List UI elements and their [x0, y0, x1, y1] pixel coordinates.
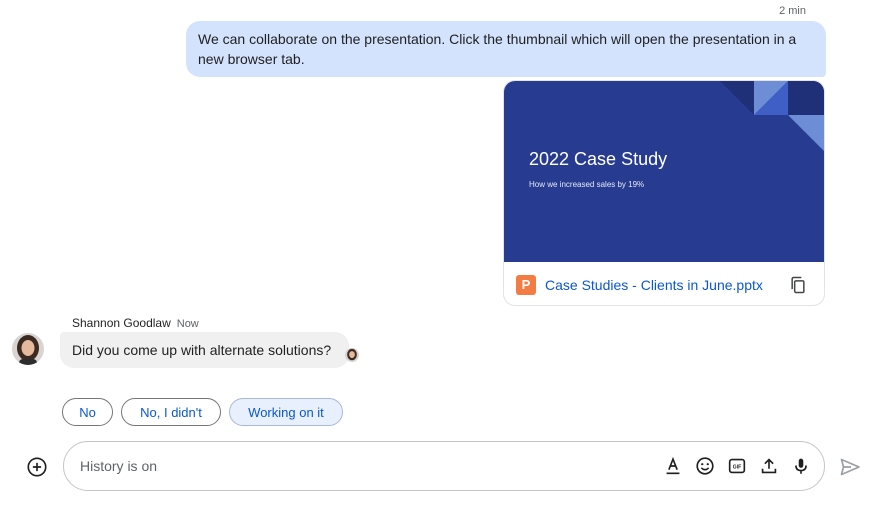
copy-icon[interactable]	[788, 275, 808, 295]
message-input[interactable]	[80, 454, 640, 478]
smart-reply-no[interactable]: No	[62, 398, 113, 426]
incoming-message-bubble: Did you come up with alternate solutions…	[60, 332, 349, 368]
gif-icon[interactable]: GIF	[726, 455, 748, 477]
add-circle-icon[interactable]	[26, 456, 48, 478]
attachment-file-row[interactable]: P Case Studies - Clients in June.pptx	[504, 262, 824, 305]
sender-name: Shannon Goodlaw	[72, 316, 171, 330]
svg-text:GIF: GIF	[733, 464, 741, 470]
message-composer: GIF	[63, 441, 825, 491]
incoming-message-text: Did you come up with alternate solutions…	[72, 342, 332, 358]
powerpoint-icon: P	[516, 274, 536, 295]
microphone-icon[interactable]	[790, 455, 812, 477]
presentation-thumbnail[interactable]: 2022 Case Study How we increased sales b…	[504, 81, 824, 262]
attachment-file-name[interactable]: Case Studies - Clients in June.pptx	[545, 277, 763, 293]
smart-reply-working-on-it[interactable]: Working on it	[229, 398, 343, 426]
upload-icon[interactable]	[758, 455, 780, 477]
slide-decoration-shapes	[720, 81, 824, 151]
presentation-attachment-card[interactable]: 2022 Case Study How we increased sales b…	[503, 80, 825, 306]
emoji-icon[interactable]	[694, 455, 716, 477]
send-icon[interactable]	[838, 455, 862, 479]
outgoing-message-bubble: We can collaborate on the presentation. …	[186, 21, 826, 77]
slide-subtitle: How we increased sales by 19%	[529, 180, 645, 189]
sender-header: Shannon Goodlaw Now	[72, 316, 199, 330]
outgoing-message-text: We can collaborate on the presentation. …	[198, 31, 797, 67]
message-timestamp: 2 min	[779, 5, 806, 17]
sender-avatar[interactable]	[12, 333, 44, 365]
format-text-icon[interactable]	[662, 455, 684, 477]
slide-title: 2022 Case Study	[529, 149, 668, 169]
smart-reply-no-i-didnt[interactable]: No, I didn't	[121, 398, 221, 426]
message-time: Now	[176, 318, 199, 330]
read-receipt-avatar	[345, 348, 359, 362]
